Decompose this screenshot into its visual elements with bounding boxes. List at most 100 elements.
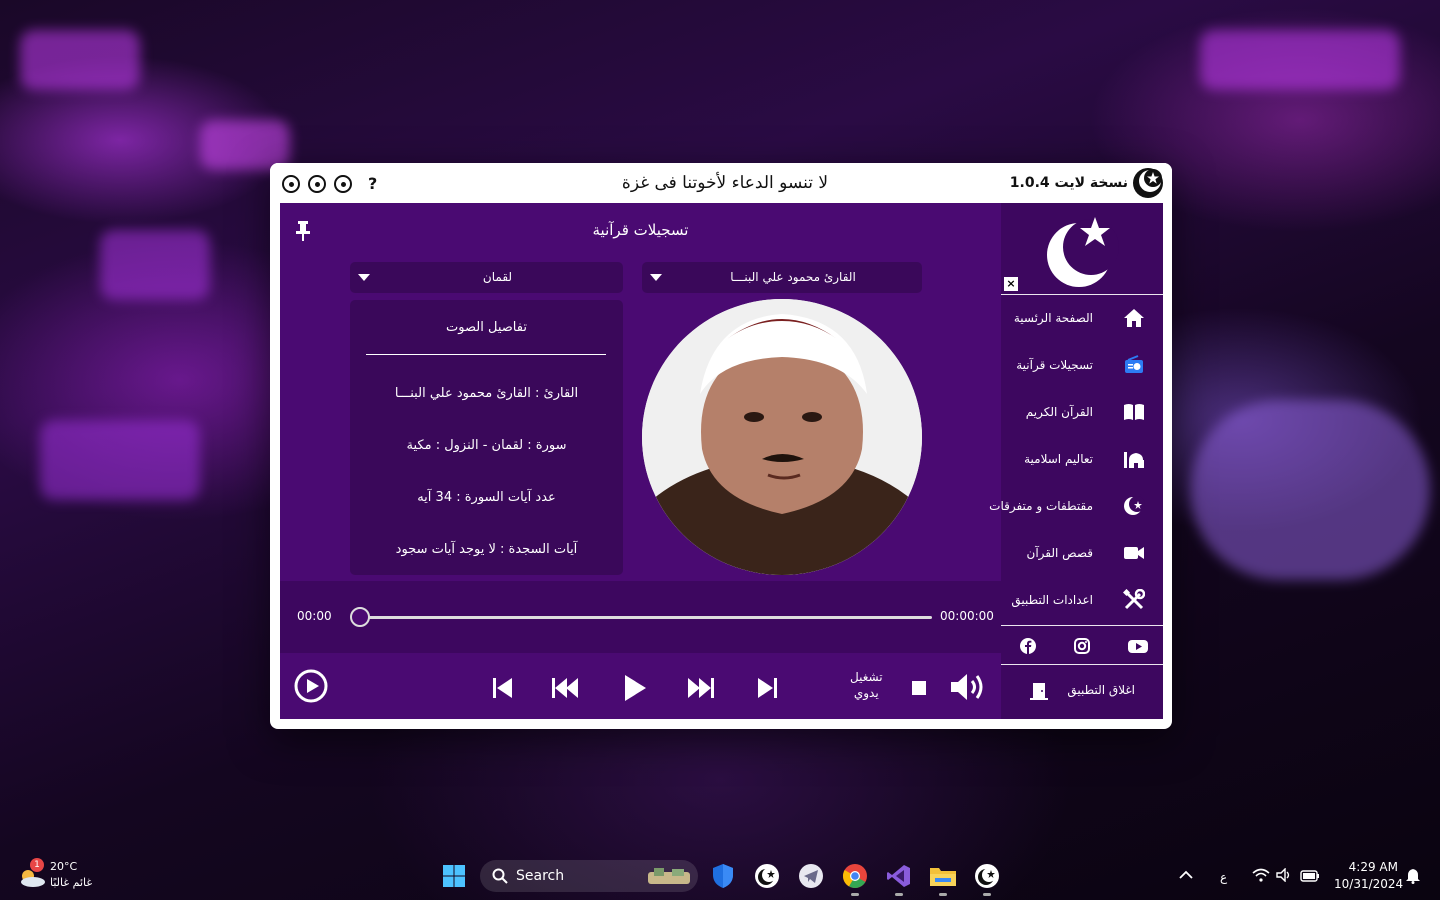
instagram-icon[interactable]: [1073, 637, 1091, 655]
start-button[interactable]: [440, 862, 468, 890]
facebook-icon[interactable]: [1019, 637, 1037, 655]
app-window: ? لا تنسو الدعاء لأخوتنا فى غزة نسخة لاي…: [270, 163, 1172, 729]
close-window-button[interactable]: [282, 175, 300, 193]
fast-forward-button[interactable]: [686, 675, 716, 701]
taskbar-quran-app[interactable]: [753, 862, 781, 890]
sidebar-item-label: مقتطفات و متفرقات: [989, 499, 1093, 513]
taskbar: 1 20°C غائم غالبًا Search ع 4:29 AM 10/3…: [0, 852, 1440, 900]
sidebar-item-quran[interactable]: القرآن الكريم: [1001, 390, 1163, 434]
sidebar-item-label: قصص القرآن: [1026, 546, 1094, 560]
notification-bell-icon[interactable]: [1405, 868, 1421, 884]
surah-dropdown[interactable]: لقمان: [350, 262, 623, 293]
maximize-window-button[interactable]: [308, 175, 326, 193]
seek-bar[interactable]: [358, 616, 932, 619]
reciter-portrait: [642, 299, 922, 575]
play-mode-line2: يدوي: [853, 686, 879, 700]
book-icon: [1124, 404, 1144, 420]
sidebar-close-button[interactable]: ×: [1004, 277, 1018, 291]
reciter-dropdown[interactable]: القارئ محمود علي البنـــا: [642, 262, 922, 293]
rewind-button[interactable]: [550, 675, 580, 701]
taskbar-file-explorer[interactable]: [929, 862, 957, 896]
details-surah: سورة : لقمان - النزول : مكية: [406, 438, 567, 453]
play-circle-icon: [294, 669, 328, 703]
weather-condition: غائم غالبًا: [50, 876, 93, 889]
details-sajda: آيات السجدة : لا يوجد آيات سجود: [395, 542, 578, 557]
visual-studio-icon: [887, 865, 910, 887]
taskbar-visual-studio[interactable]: [885, 862, 913, 896]
divider: [1001, 625, 1163, 626]
sidebar-item-label: اعدادات التطبيق: [1011, 593, 1093, 607]
background-decoration: [20, 30, 140, 90]
sidebar: × الصفحة الرئسية تسجيلات قرآنية القرآن ا…: [989, 203, 1163, 719]
app-logo-icon: [1133, 168, 1163, 198]
taskbar-telegram[interactable]: [797, 862, 825, 890]
sidebar-item-home[interactable]: الصفحة الرئسية: [1001, 296, 1163, 340]
running-indicator: [939, 893, 947, 896]
clock-date[interactable]: 10/31/2024: [1334, 877, 1403, 891]
search-highlight-icon: [648, 868, 690, 884]
youtube-icon[interactable]: [1127, 637, 1149, 655]
running-indicator: [851, 893, 859, 896]
chevron-down-icon: [358, 274, 370, 281]
play-mode-line1: تشغيل: [850, 670, 883, 684]
language-indicator[interactable]: ع: [1220, 870, 1227, 884]
skip-next-icon: [758, 678, 777, 698]
title-bar: ? لا تنسو الدعاء لأخوتنا فى غزة نسخة لاي…: [270, 163, 1172, 203]
close-app-label: اغلاق التطبيق: [1067, 683, 1135, 697]
sidebar-item-label: تعاليم اسلامية: [1024, 452, 1093, 466]
battery-icon[interactable]: [1300, 868, 1320, 882]
sidebar-item-teachings[interactable]: تعاليم اسلامية: [1001, 437, 1163, 481]
minimize-window-button[interactable]: [334, 175, 352, 193]
sidebar-item-label: القرآن الكريم: [1025, 405, 1093, 419]
tools-icon: [1123, 589, 1145, 610]
help-button[interactable]: ?: [368, 174, 377, 193]
details-reciter: القارئ : القارئ محمود علي البنـــا: [394, 386, 579, 401]
taskbar-chrome[interactable]: [841, 862, 869, 896]
weather-temp: 20°C: [50, 860, 78, 873]
social-links: [1001, 631, 1163, 659]
sidebar-item-settings[interactable]: اعدادات التطبيق: [1001, 578, 1163, 622]
autoplay-toggle-button[interactable]: [294, 669, 328, 703]
reciter-dropdown-value: القارئ محمود علي البنـــا: [730, 270, 856, 284]
skip-to-end-button[interactable]: [754, 675, 780, 701]
background-decoration: [40, 420, 200, 500]
taskbar-quran-app-active[interactable]: [973, 862, 1001, 896]
volume-button[interactable]: [948, 671, 988, 703]
taskbar-search[interactable]: Search: [480, 860, 698, 892]
dua-banner: لا تنسو الدعاء لأخوتنا فى غزة: [621, 173, 829, 193]
notification-badge: 1: [30, 858, 44, 872]
chevron-up-icon[interactable]: [1178, 870, 1194, 880]
home-icon: [1124, 309, 1144, 327]
sidebar-item-stories[interactable]: قصص القرآن: [1001, 531, 1163, 575]
radio-icon: [1125, 355, 1143, 373]
clock-time[interactable]: 4:29 AM: [1348, 860, 1398, 874]
crescent-star-icon: [1124, 496, 1145, 515]
edition-label: نسخة لايت: [1054, 175, 1128, 191]
volume-icon: [951, 674, 983, 700]
background-decoration: [1200, 30, 1400, 90]
skip-previous-icon: [493, 678, 512, 698]
play-button[interactable]: [620, 673, 650, 703]
sidebar-item-recordings[interactable]: تسجيلات قرآنية: [1001, 343, 1163, 387]
taskbar-defender[interactable]: [709, 862, 737, 890]
speaker-icon[interactable]: [1276, 868, 1292, 882]
seek-thumb[interactable]: [350, 607, 370, 627]
weather-widget[interactable]: 1 20°C غائم غالبًا: [16, 858, 126, 894]
stop-button[interactable]: [910, 679, 928, 697]
play-mode-toggle[interactable]: تشغيل يدوي: [850, 669, 883, 701]
play-icon: [625, 675, 646, 701]
crescent-star-icon: [755, 864, 779, 888]
wifi-icon[interactable]: [1252, 868, 1270, 882]
stop-icon: [912, 681, 926, 695]
sidebar-item-excerpts[interactable]: مقتطفات و متفرقات: [989, 484, 1163, 528]
background-decoration: [1190, 400, 1430, 580]
rewind-icon: [552, 678, 578, 698]
divider: [1001, 294, 1163, 295]
running-indicator: [895, 893, 903, 896]
mosque-icon: [1124, 452, 1144, 468]
close-app-button[interactable]: اغلاق التطبيق: [1001, 668, 1163, 712]
skip-to-start-button[interactable]: [490, 675, 516, 701]
divider: [366, 354, 606, 355]
chrome-icon: [842, 864, 867, 889]
details-title: تفاصيل الصوت: [446, 320, 527, 335]
